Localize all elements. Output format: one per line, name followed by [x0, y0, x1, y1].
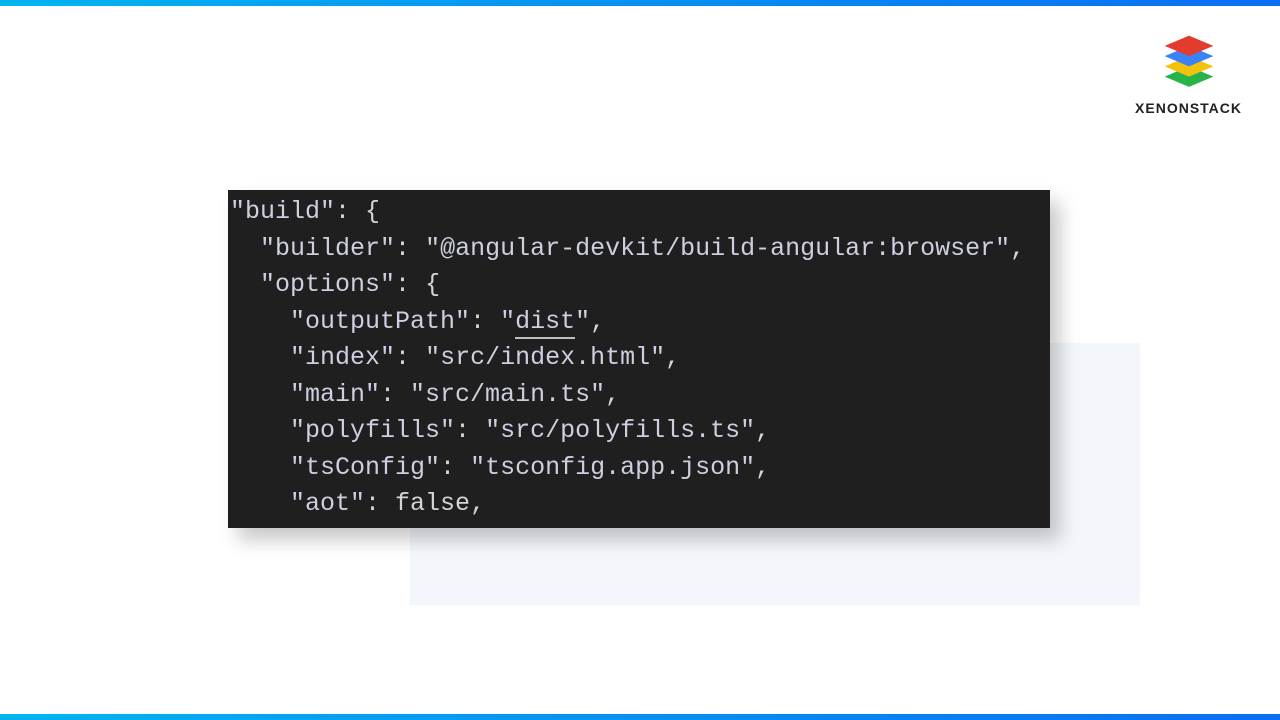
- key-builder: "builder": [260, 234, 395, 263]
- key-main: "main": [290, 380, 380, 409]
- bottom-accent-bar: [0, 714, 1280, 720]
- val-tsconfig: "tsconfig.app.json": [470, 453, 755, 482]
- val-outputpath: dist: [515, 307, 575, 339]
- val-index: "src/index.html": [425, 343, 665, 372]
- key-build: "build": [230, 197, 335, 226]
- brand-name: XENONSTACK: [1135, 100, 1242, 116]
- top-accent-bar: [0, 0, 1280, 6]
- key-outputpath: "outputPath": [290, 307, 470, 336]
- key-index: "index": [290, 343, 395, 372]
- logo-stack-icon: [1157, 28, 1221, 92]
- brand-logo: XENONSTACK: [1135, 28, 1242, 116]
- code-snippet-card: "build": { "builder": "@angular-devkit/b…: [228, 190, 1050, 528]
- key-options: "options": [260, 270, 395, 299]
- val-main: "src/main.ts": [410, 380, 605, 409]
- code-content: "build": { "builder": "@angular-devkit/b…: [228, 190, 1050, 523]
- key-aot: "aot": [290, 489, 365, 518]
- val-aot: false: [395, 489, 470, 518]
- val-polyfills: "src/polyfills.ts": [485, 416, 755, 445]
- val-builder: "@angular-devkit/build-angular:browser": [425, 234, 1010, 263]
- key-tsconfig: "tsConfig": [290, 453, 440, 482]
- key-polyfills: "polyfills": [290, 416, 455, 445]
